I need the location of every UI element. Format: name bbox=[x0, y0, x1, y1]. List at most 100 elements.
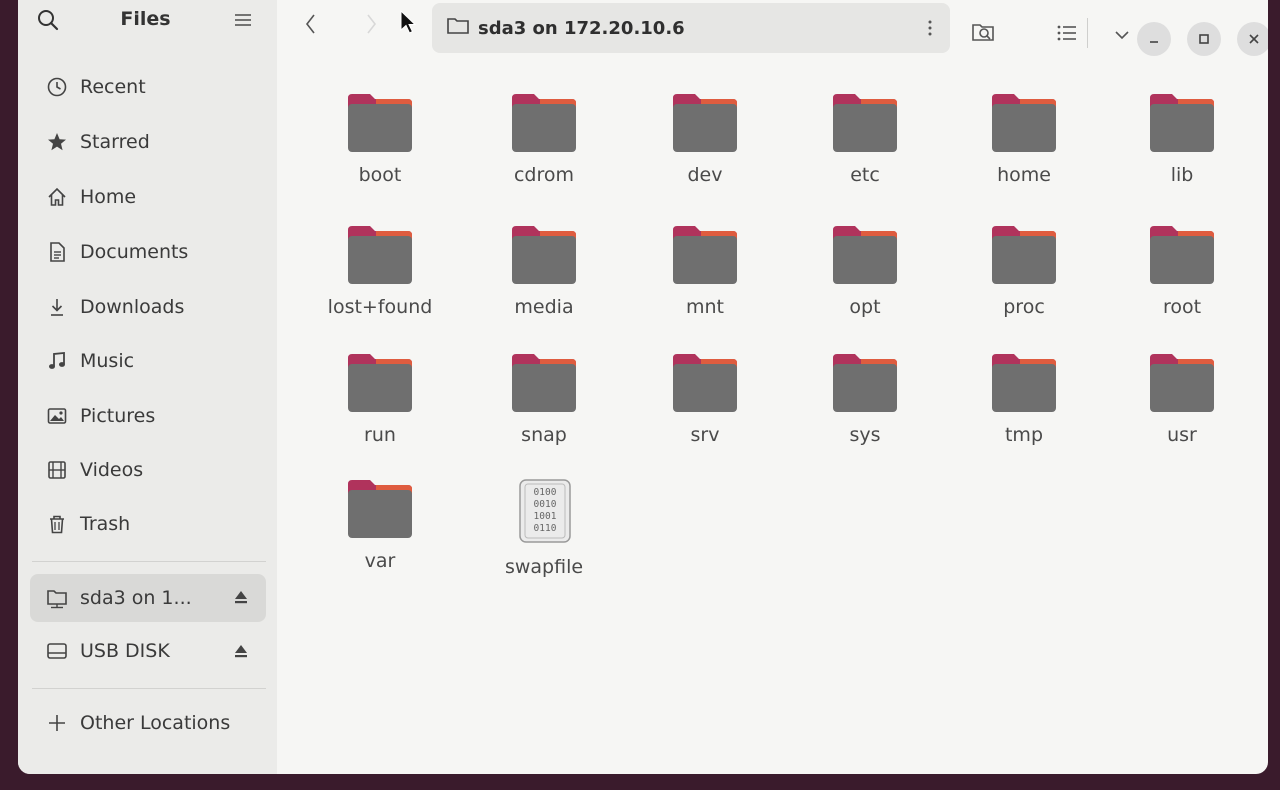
item-label: proc bbox=[1003, 296, 1045, 318]
sidebar-item-other-locations[interactable]: Other Locations bbox=[30, 700, 266, 746]
item-label: tmp bbox=[1004, 424, 1044, 446]
kebab-menu-icon[interactable] bbox=[928, 19, 932, 41]
maximize-button[interactable] bbox=[1187, 22, 1221, 56]
music-note-icon bbox=[44, 350, 70, 372]
sidebar-item-videos[interactable]: Videos bbox=[30, 447, 266, 493]
folder-item[interactable]: proc bbox=[954, 224, 1094, 344]
folder-item[interactable]: sys bbox=[795, 352, 935, 472]
sidebar-item-pictures[interactable]: Pictures bbox=[30, 393, 266, 439]
hamburger-menu-icon[interactable] bbox=[232, 10, 254, 30]
folder-item[interactable]: media bbox=[474, 224, 614, 344]
folder-item[interactable]: lib bbox=[1112, 92, 1252, 212]
folder-icon bbox=[831, 92, 899, 154]
sidebar-item-label: USB DISK bbox=[80, 640, 170, 662]
sidebar-divider bbox=[32, 688, 266, 689]
folder-icon bbox=[671, 92, 739, 154]
sidebar-item-starred[interactable]: Starred bbox=[30, 119, 266, 165]
sidebar-item-label: Videos bbox=[80, 459, 144, 481]
folder-item[interactable]: snap bbox=[474, 352, 614, 472]
binary-line: 0100 bbox=[534, 487, 557, 498]
sidebar-header: Files bbox=[18, 0, 277, 40]
minimize-button[interactable] bbox=[1137, 22, 1171, 56]
item-label: boot bbox=[358, 164, 402, 186]
folder-item[interactable]: usr bbox=[1112, 352, 1252, 472]
sidebar-item-home[interactable]: Home bbox=[30, 174, 266, 220]
eject-icon[interactable] bbox=[234, 642, 248, 658]
back-button[interactable] bbox=[295, 8, 327, 40]
item-label: run bbox=[364, 424, 396, 446]
sidebar-item-label: Music bbox=[80, 350, 135, 372]
sidebar-item-usb-disk[interactable]: USB DISK bbox=[30, 628, 266, 674]
binary-file-icon: 0100 0010 1001 0110 bbox=[518, 478, 572, 543]
folder-item[interactable]: opt bbox=[795, 224, 935, 344]
folder-icon bbox=[671, 352, 739, 414]
forward-button[interactable] bbox=[355, 8, 387, 40]
sidebar-item-documents[interactable]: Documents bbox=[30, 229, 266, 275]
item-label: var bbox=[364, 550, 396, 572]
folder-item[interactable]: var bbox=[310, 478, 450, 598]
folder-icon bbox=[346, 92, 414, 154]
sidebar-item-label: Recent bbox=[80, 76, 146, 98]
sidebar-item-label: Home bbox=[80, 186, 137, 208]
home-icon bbox=[44, 186, 70, 208]
film-icon bbox=[44, 459, 70, 481]
folder-item[interactable]: dev bbox=[635, 92, 775, 212]
item-label: opt bbox=[849, 296, 881, 318]
folder-icon bbox=[510, 224, 578, 286]
folder-icon bbox=[510, 352, 578, 414]
folder-item[interactable]: run bbox=[310, 352, 450, 472]
chevron-down-icon[interactable] bbox=[1107, 20, 1137, 50]
folder-icon bbox=[831, 224, 899, 286]
folder-icon bbox=[990, 352, 1058, 414]
list-view-icon[interactable] bbox=[1052, 18, 1082, 48]
eject-icon[interactable] bbox=[234, 588, 248, 604]
item-label: lib bbox=[1170, 164, 1194, 186]
folder-icon bbox=[1148, 92, 1216, 154]
folder-item[interactable]: tmp bbox=[954, 352, 1094, 472]
folder-icon bbox=[1148, 352, 1216, 414]
folder-icon bbox=[346, 224, 414, 286]
path-bar[interactable]: sda3 on 172.20.10.6 bbox=[432, 3, 950, 53]
search-in-folder-icon[interactable] bbox=[969, 18, 999, 48]
item-label: lost+found bbox=[327, 296, 433, 318]
folder-item[interactable]: srv bbox=[635, 352, 775, 472]
folder-icon bbox=[990, 92, 1058, 154]
folder-item[interactable]: boot bbox=[310, 92, 450, 212]
folder-item[interactable]: home bbox=[954, 92, 1094, 212]
item-label: swapfile bbox=[504, 556, 584, 578]
picture-icon bbox=[44, 405, 70, 427]
folder-icon bbox=[346, 478, 414, 540]
file-item[interactable]: 0100 0010 1001 0110 swapfile bbox=[474, 478, 614, 598]
sidebar-item-label: Pictures bbox=[80, 405, 156, 427]
folder-item[interactable]: lost+found bbox=[310, 224, 450, 344]
folder-icon bbox=[990, 224, 1058, 286]
folder-item[interactable]: etc bbox=[795, 92, 935, 212]
network-drive-icon bbox=[44, 587, 70, 609]
trash-icon bbox=[44, 513, 70, 535]
toolbar-divider bbox=[1087, 18, 1088, 48]
clock-icon bbox=[44, 76, 70, 98]
plus-icon bbox=[44, 712, 70, 734]
item-label: etc bbox=[850, 164, 880, 186]
sidebar-item-sda3[interactable]: sda3 on 1... bbox=[30, 574, 266, 622]
sidebar-item-downloads[interactable]: Downloads bbox=[30, 284, 266, 330]
folder-item[interactable]: mnt bbox=[635, 224, 775, 344]
binary-line: 1001 bbox=[534, 511, 557, 522]
files-window: Files Recent Starred Home Documents Down… bbox=[18, 0, 1268, 774]
close-button[interactable] bbox=[1237, 22, 1268, 56]
sidebar-item-label: Other Locations bbox=[80, 712, 231, 734]
folder-item[interactable]: cdrom bbox=[474, 92, 614, 212]
sidebar-item-recent[interactable]: Recent bbox=[30, 64, 266, 110]
item-label: snap bbox=[521, 424, 567, 446]
sidebar-item-trash[interactable]: Trash bbox=[30, 501, 266, 547]
folder-icon bbox=[831, 352, 899, 414]
sidebar-item-music[interactable]: Music bbox=[30, 338, 266, 384]
binary-line: 0010 bbox=[534, 499, 557, 510]
header-bar: sda3 on 172.20.10.6 bbox=[277, 0, 1268, 58]
item-label: root bbox=[1162, 296, 1202, 318]
sidebar: Files Recent Starred Home Documents Down… bbox=[18, 0, 277, 774]
folder-outline-icon bbox=[446, 15, 470, 41]
sidebar-divider bbox=[32, 561, 266, 562]
sidebar-item-label: Starred bbox=[80, 131, 150, 153]
folder-item[interactable]: root bbox=[1112, 224, 1252, 344]
